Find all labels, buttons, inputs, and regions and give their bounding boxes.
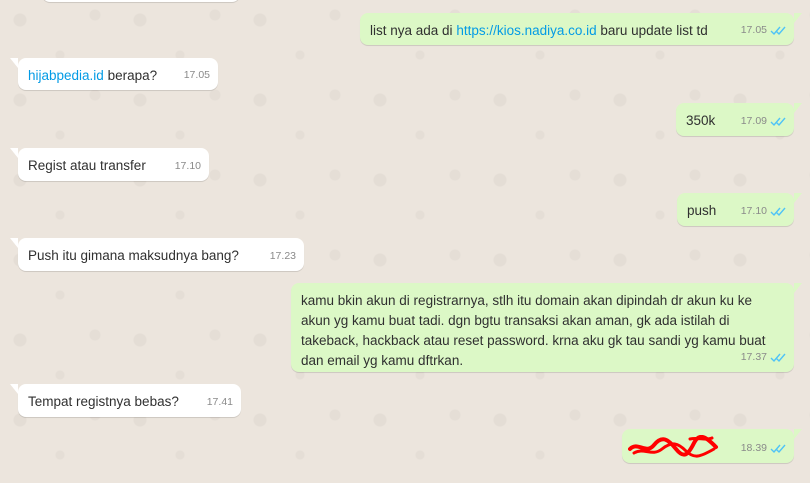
message-text: berapa? <box>103 68 158 83</box>
message-text: Tempat registnya bebas? <box>28 394 179 409</box>
message-time: 17.05 <box>183 69 210 81</box>
outgoing-message[interactable]: list nya ada di https://kios.nadiya.co.i… <box>360 13 802 45</box>
outgoing-message[interactable]: 18.39 <box>622 429 802 463</box>
message-time: 17.37 <box>740 351 767 363</box>
message-text: 350k <box>686 113 716 128</box>
message-text: Push itu gimana maksudnya bang? <box>28 248 239 263</box>
message-text: push <box>687 203 717 218</box>
read-receipt-icon <box>770 25 786 36</box>
outgoing-message[interactable]: 350k 17.09 <box>676 103 802 136</box>
read-receipt-icon <box>770 443 786 454</box>
message-time: 17.41 <box>206 396 233 408</box>
message-meta: 17.10 <box>741 201 786 221</box>
incoming-message[interactable]: Tempat registnya bebas? 17.41 <box>10 384 241 417</box>
message-link[interactable]: https://kios.nadiya.co.id <box>456 23 596 38</box>
message-meta: 17.05 <box>184 65 210 85</box>
message-meta: 17.37 <box>741 347 786 367</box>
message-meta: 18.39 <box>741 438 786 458</box>
message-time: 17.23 <box>269 250 296 262</box>
redaction-scribble <box>628 435 718 458</box>
incoming-message[interactable]: Regist atau transfer 17.10 <box>10 148 209 181</box>
message-text: list nya ada di <box>370 23 457 38</box>
chat-message-list[interactable]: list nya ada di https://kios.nadiya.co.i… <box>0 0 810 483</box>
read-receipt-icon <box>770 206 786 217</box>
message-link[interactable]: hijabpedia.id <box>28 68 104 83</box>
read-receipt-icon <box>770 116 786 127</box>
incoming-message[interactable]: hijabpedia.id berapa? 17.05 <box>10 58 218 90</box>
read-receipt-icon <box>770 352 786 363</box>
message-meta: 17.23 <box>270 246 296 266</box>
message-text: baru update list td <box>596 23 708 38</box>
incoming-message[interactable]: Push itu gimana maksudnya bang? 17.23 <box>10 238 304 271</box>
message-time: 17.05 <box>740 24 767 36</box>
previous-message-edge <box>42 0 240 2</box>
message-time: 17.10 <box>174 160 201 172</box>
message-time: 17.10 <box>740 205 767 217</box>
message-text: Regist atau transfer <box>28 158 146 173</box>
message-meta: 17.10 <box>175 156 201 176</box>
message-text: kamu bkin akun di registrarnya, stlh itu… <box>301 293 766 368</box>
message-time: 18.39 <box>740 442 767 454</box>
outgoing-message[interactable]: kamu bkin akun di registrarnya, stlh itu… <box>291 283 802 372</box>
message-meta: 17.09 <box>741 111 786 131</box>
outgoing-message[interactable]: push 17.10 <box>677 193 802 226</box>
message-meta: 17.41 <box>207 392 233 412</box>
message-meta: 17.05 <box>741 20 786 40</box>
message-time: 17.09 <box>740 115 767 127</box>
